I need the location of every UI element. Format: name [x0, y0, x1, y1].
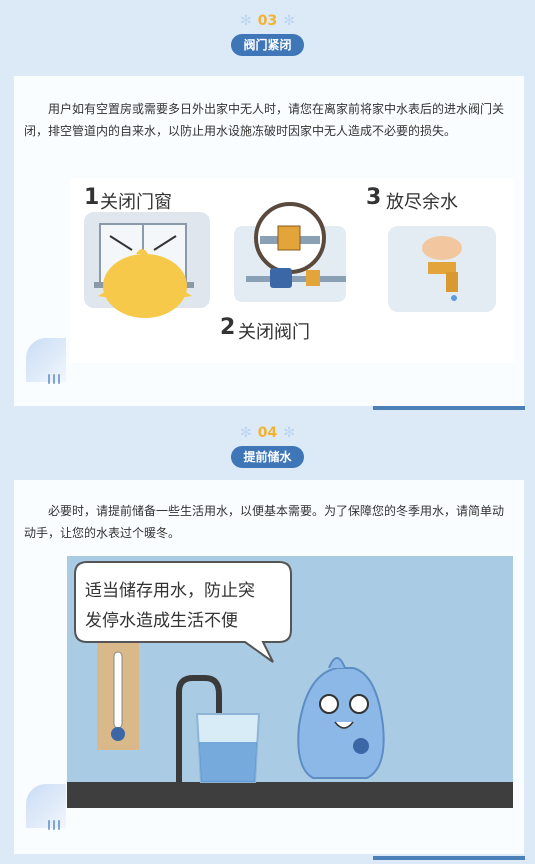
- step-1-label: 关闭门窗: [100, 192, 172, 213]
- snowflake-icon: ✻: [240, 425, 252, 441]
- corner-decoration: [26, 338, 66, 382]
- section-title: 阀门紧闭: [231, 34, 304, 56]
- bubble-text-line1: 适当储存用水，防止突: [85, 581, 255, 601]
- section-04-card: 必要时，请提前储备一些生活用水，以便基本需要。为了保障您的冬季用水，请简单动动手…: [14, 480, 524, 854]
- step-3-number: 3: [366, 185, 381, 210]
- corner-lines-icon: [48, 820, 60, 830]
- divider-bar: [373, 856, 525, 860]
- bubble-text-line2: 发停水造成生活不便: [85, 611, 238, 631]
- section-body-text: 用户如有空置房或需要多日外出家中无人时，请您在离家前将家中水表后的进水阀门关闭，…: [24, 102, 505, 138]
- corner-lines-icon: [48, 374, 60, 384]
- snowflake-icon: ✻: [283, 425, 295, 441]
- section-03-header: ✻ 03 ✻ 阀门紧闭: [0, 12, 535, 56]
- section-03-card: 用户如有空置房或需要多日外出家中无人时，请您在离家前将家中水表后的进水阀门关闭，…: [14, 76, 524, 406]
- section-number: 03: [257, 13, 278, 29]
- step-1-number: 1: [84, 185, 99, 210]
- glass-icon: [195, 713, 261, 783]
- section-04-header: ✻ 04 ✻ 提前储水: [0, 424, 535, 468]
- section-number-row: ✻ 04 ✻: [0, 424, 535, 442]
- divider-bar: [373, 406, 525, 410]
- snowflake-icon: ✻: [240, 13, 252, 29]
- corner-decoration: [26, 784, 66, 828]
- section-number-row: ✻ 03 ✻: [0, 12, 535, 30]
- step-2-number: 2: [220, 315, 235, 340]
- section-body-text: 必要时，请提前储备一些生活用水，以便基本需要。为了保障您的冬季用水，请简单动动手…: [24, 504, 505, 540]
- thermometer-icon: [97, 640, 139, 750]
- snowflake-icon: ✻: [283, 13, 295, 29]
- section-number: 04: [257, 425, 278, 441]
- step-3-label: 放尽余水: [386, 192, 458, 213]
- water-storage-illustration: 适当储存用水，防止突 发停水造成生活不便: [67, 556, 513, 808]
- step-2-label: 关闭阀门: [238, 322, 310, 343]
- section-title: 提前储水: [231, 446, 304, 468]
- faucet-icon: [388, 226, 496, 312]
- steps-illustration: 1 关闭门窗 2 关闭阀门 3 放尽余水: [70, 178, 514, 363]
